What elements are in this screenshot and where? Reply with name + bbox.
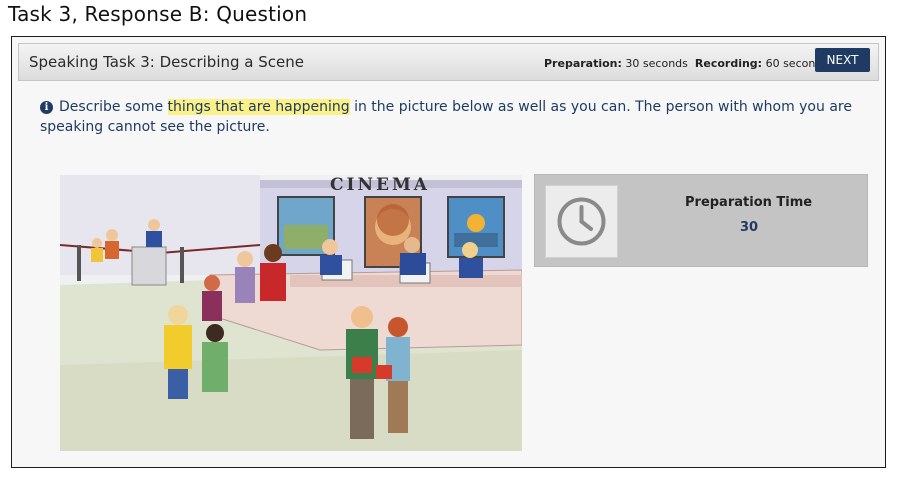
preparation-value: 30 seconds [625, 57, 688, 70]
preparation-label: Preparation: [544, 57, 622, 70]
next-button[interactable]: NEXT [815, 48, 870, 72]
prompt-highlight: things that are happening [167, 99, 350, 115]
task-header: Speaking Task 3: Describing a Scene Prep… [18, 43, 879, 81]
scene-picture: CINEMA [60, 175, 522, 451]
preparation-time-value: 30 [740, 220, 759, 235]
page-title: Task 3, Response B: Question [8, 2, 308, 26]
info-icon: i [40, 101, 53, 114]
task-window: Speaking Task 3: Describing a Scene Prep… [11, 36, 886, 468]
prompt-text-before: Describe some [59, 99, 168, 115]
preparation-time-label: Preparation Time [685, 195, 813, 210]
clock-icon [545, 185, 618, 258]
recording-label: Recording: [694, 57, 763, 70]
cinema-sign: CINEMA [330, 175, 430, 195]
timing-info: Preparation: 30 seconds Recording: 60 se… [544, 57, 828, 70]
task-prompt: i Describe some things that are happening… [40, 97, 865, 137]
preparation-panel: Preparation Time 30 [534, 174, 868, 267]
task-title: Speaking Task 3: Describing a Scene [29, 53, 304, 71]
